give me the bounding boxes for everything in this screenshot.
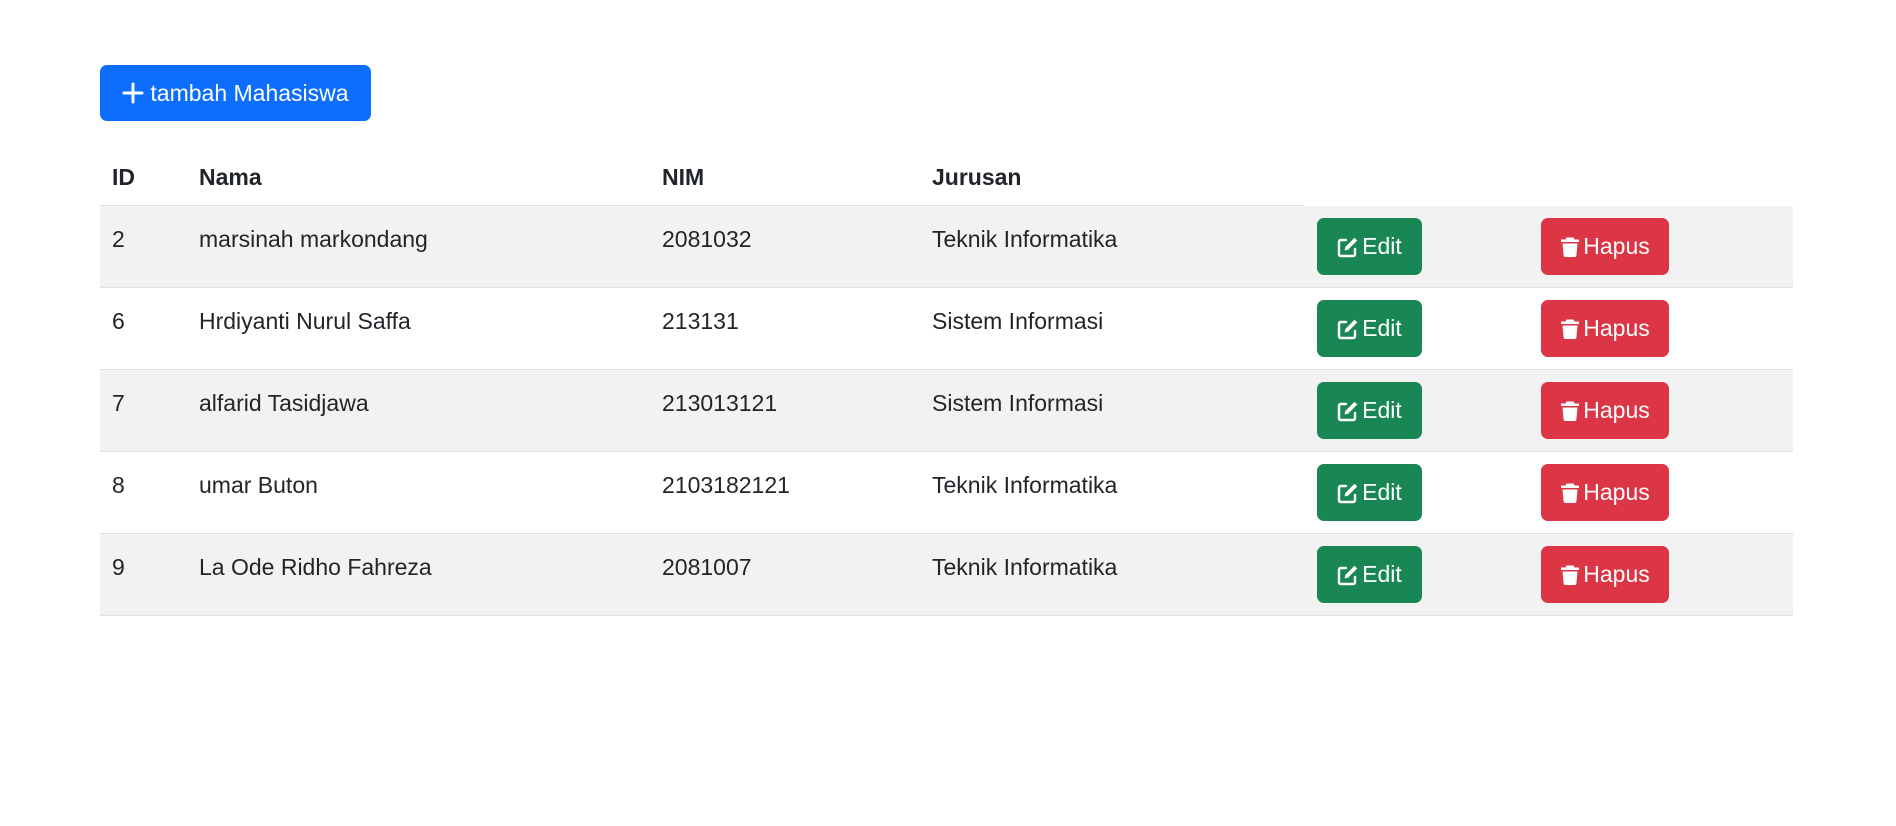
edit-icon [1337, 318, 1359, 340]
cell-id: 8 [112, 472, 125, 498]
cell-nama: marsinah markondang [199, 226, 428, 252]
add-mahasiswa-button[interactable]: tambah Mahasiswa [100, 65, 371, 121]
cell-nama: La Ode Ridho Fahreza [199, 554, 432, 580]
cell-nama: Hrdiyanti Nurul Saffa [199, 308, 411, 334]
edit-button[interactable]: Edit [1317, 300, 1422, 357]
cell-nim: 213013121 [662, 390, 778, 416]
edit-label: Edit [1362, 315, 1402, 341]
hapus-label: Hapus [1583, 233, 1650, 259]
table-row: 9 La Ode Ridho Fahreza 2081007 Teknik In… [100, 534, 1793, 616]
edit-button[interactable]: Edit [1317, 464, 1422, 521]
edit-label: Edit [1362, 561, 1402, 587]
edit-label: Edit [1362, 233, 1402, 259]
cell-jurusan: Teknik Informatika [932, 554, 1118, 580]
cell-nama: alfarid Tasidjawa [199, 390, 369, 416]
table-row: 7 alfarid Tasidjawa 213013121 Sistem Inf… [100, 370, 1793, 452]
table-row: 2 marsinah markondang 2081032 Teknik Inf… [100, 206, 1793, 288]
edit-icon [1337, 482, 1359, 504]
edit-icon [1337, 236, 1359, 258]
header-nim: NIM [662, 164, 705, 190]
edit-icon [1337, 564, 1359, 586]
cell-id: 9 [112, 554, 125, 580]
mahasiswa-table: ID Nama NIM Jurusan 2 marsinah markondan… [100, 148, 1793, 616]
table-row: 6 Hrdiyanti Nurul Saffa 213131 Sistem In… [100, 288, 1793, 370]
header-id: ID [112, 164, 135, 190]
table-row: 8 umar Buton 2103182121 Teknik Informati… [100, 452, 1793, 534]
edit-button[interactable]: Edit [1317, 382, 1422, 439]
header-nama: Nama [199, 164, 262, 190]
cell-id: 6 [112, 308, 125, 334]
trash-icon [1560, 318, 1580, 340]
cell-jurusan: Teknik Informatika [932, 226, 1118, 252]
trash-icon [1560, 482, 1580, 504]
cell-nama: umar Buton [199, 472, 318, 498]
trash-icon [1560, 564, 1580, 586]
table-body: 2 marsinah markondang 2081032 Teknik Inf… [100, 206, 1793, 616]
edit-label: Edit [1362, 397, 1402, 423]
cell-nim: 213131 [662, 308, 739, 334]
edit-icon [1337, 400, 1359, 422]
hapus-button[interactable]: Hapus [1541, 382, 1669, 439]
plus-icon [122, 82, 144, 104]
cell-jurusan: Sistem Informasi [932, 390, 1104, 416]
header-jurusan: Jurusan [932, 164, 1022, 190]
edit-button[interactable]: Edit [1317, 546, 1422, 603]
cell-nim: 2081007 [662, 554, 752, 580]
cell-id: 2 [112, 226, 125, 252]
hapus-button[interactable]: Hapus [1541, 218, 1669, 275]
add-mahasiswa-label: tambah Mahasiswa [150, 79, 349, 106]
hapus-button[interactable]: Hapus [1541, 546, 1669, 603]
cell-id: 7 [112, 390, 125, 416]
cell-nim: 2081032 [662, 226, 752, 252]
edit-button[interactable]: Edit [1317, 218, 1422, 275]
hapus-button[interactable]: Hapus [1541, 300, 1669, 357]
hapus-label: Hapus [1583, 479, 1650, 505]
cell-nim: 2103182121 [662, 472, 790, 498]
table-header: ID Nama NIM Jurusan [100, 148, 1793, 206]
page: tambah Mahasiswa ID Nama NIM Jurusan 2 m… [0, 0, 1896, 826]
cell-jurusan: Sistem Informasi [932, 308, 1104, 334]
cell-jurusan: Teknik Informatika [932, 472, 1118, 498]
hapus-label: Hapus [1583, 561, 1650, 587]
edit-label: Edit [1362, 479, 1402, 505]
trash-icon [1560, 236, 1580, 258]
hapus-button[interactable]: Hapus [1541, 464, 1669, 521]
hapus-label: Hapus [1583, 315, 1650, 341]
trash-icon [1560, 400, 1580, 422]
hapus-label: Hapus [1583, 397, 1650, 423]
